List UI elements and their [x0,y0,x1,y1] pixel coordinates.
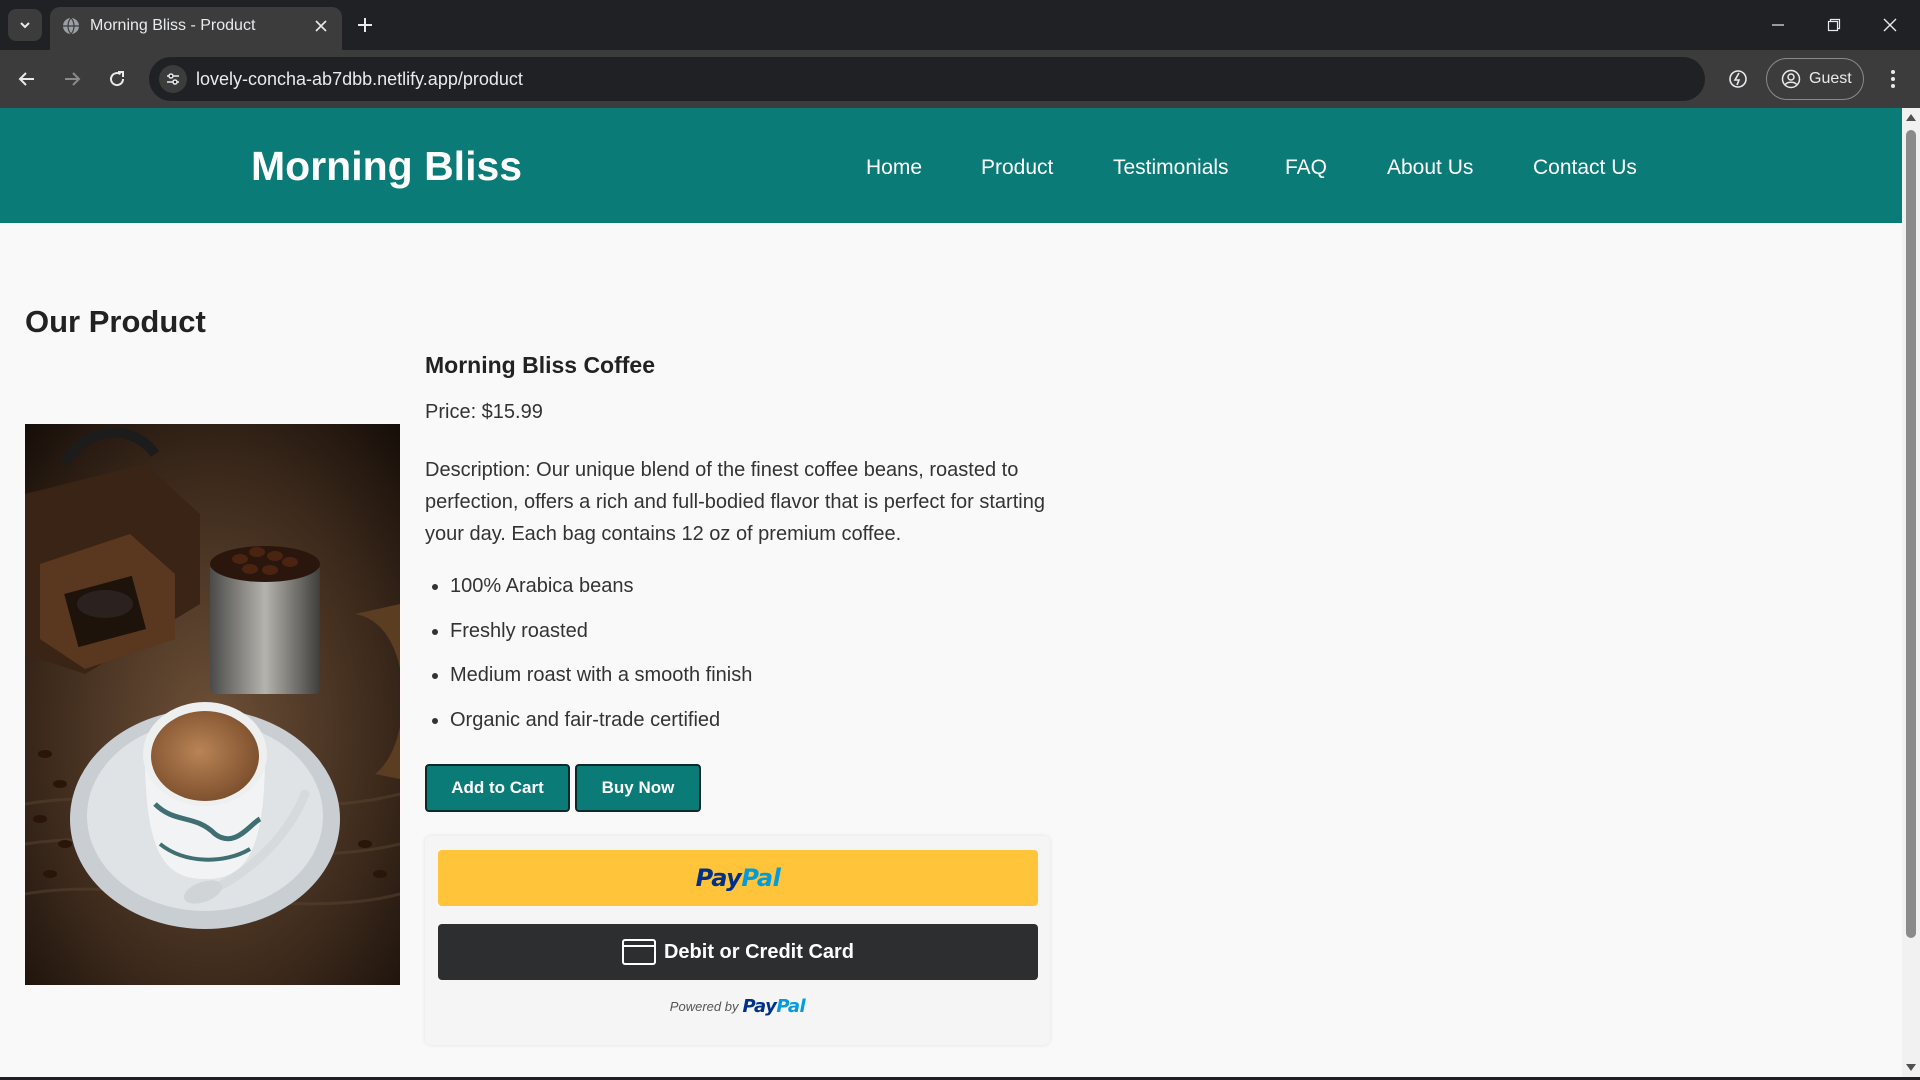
add-to-cart-button[interactable]: Add to Cart [425,764,570,812]
account-circle-icon [1781,69,1801,89]
restore-icon [1827,18,1841,32]
nav-home[interactable]: Home [866,156,922,180]
minimize-button[interactable] [1750,0,1806,50]
nav-faq[interactable]: FAQ [1285,156,1327,180]
list-item: 100% Arabica beans [425,574,1065,619]
arrow-right-icon [65,72,81,86]
paypal-logo: PayPal [695,864,781,892]
browser-tab-bar: Morning Bliss - Product [0,0,1920,50]
paypal-logo-small: PayPal [742,996,806,1017]
profile-label: Guest [1809,70,1852,87]
arrow-left-icon [18,72,34,86]
reload-button[interactable] [100,62,134,96]
list-item: Medium roast with a smooth finish [425,663,1065,708]
nav-about-us[interactable]: About Us [1387,156,1473,180]
profile-button[interactable]: Guest [1766,58,1864,100]
close-icon [315,20,327,32]
list-item: Freshly roasted [425,619,1065,664]
url-text: lovely-concha-ab7dbb.netlify.app/product [196,69,523,89]
credit-card-icon [621,939,656,965]
powered-by-paypal: Powered by PayPal [425,996,1050,1017]
scrollbar-thumb[interactable] [1906,130,1916,938]
debit-credit-card-button[interactable]: Debit or Credit Card [438,924,1038,980]
buy-now-button[interactable]: Buy Now [575,764,701,812]
product-description: Description: Our unique blend of the fin… [425,459,1045,545]
performance-button[interactable] [1721,62,1755,96]
site-logo-text[interactable]: Morning Bliss [251,142,522,190]
forward-button[interactable] [55,62,89,96]
scroll-up-arrow-icon[interactable] [1906,114,1916,121]
close-window-button[interactable] [1862,0,1918,50]
address-bar[interactable]: lovely-concha-ab7dbb.netlify.app/product [149,57,1705,101]
chevron-down-icon [20,22,30,29]
site-header: Morning Bliss Home Product Testimonials … [0,108,1902,223]
back-button[interactable] [10,62,44,96]
active-tab[interactable]: Morning Bliss - Product [50,7,342,50]
reload-icon [110,71,125,87]
product-name: Morning Bliss Coffee [425,352,656,378]
product-image [25,424,400,985]
paypal-checkout: PayPal Debit or Credit Card Powered by P… [425,836,1050,1045]
nav-testimonials[interactable]: Testimonials [1113,156,1229,180]
tab-title: Morning Bliss - Product [90,17,256,34]
tab-close-button[interactable] [310,15,332,37]
globe-icon [63,17,79,35]
restore-button[interactable] [1806,0,1862,50]
more-vert-icon [1891,70,1895,88]
close-icon [1883,18,1897,32]
browser-menu-button[interactable] [1876,62,1910,96]
scroll-down-arrow-icon[interactable] [1906,1064,1916,1071]
page-viewport: Morning Bliss Home Product Testimonials … [0,108,1902,1077]
product-price: Price: $15.99 [425,401,543,423]
tab-search-button[interactable] [8,9,42,41]
list-item: Organic and fair-trade certified [425,708,1065,753]
new-tab-button[interactable] [352,12,378,38]
nav-product[interactable]: Product [981,156,1053,180]
site-info-button[interactable] [159,65,187,93]
vertical-scrollbar[interactable] [1902,108,1920,1077]
card-button-label: Debit or Credit Card [663,940,855,963]
minimize-icon [1772,24,1784,26]
browser-toolbar: lovely-concha-ab7dbb.netlify.app/product… [0,50,1920,108]
tune-icon [167,73,179,85]
nav-contact-us[interactable]: Contact Us [1533,156,1637,180]
paypal-button[interactable]: PayPal [438,850,1038,906]
feature-list: 100% Arabica beans Freshly roasted Mediu… [425,574,1065,752]
plus-icon [358,18,372,32]
section-title: Our Product [25,304,206,339]
speedometer-icon [1729,70,1747,88]
powered-by-text: Powered by [669,999,739,1014]
